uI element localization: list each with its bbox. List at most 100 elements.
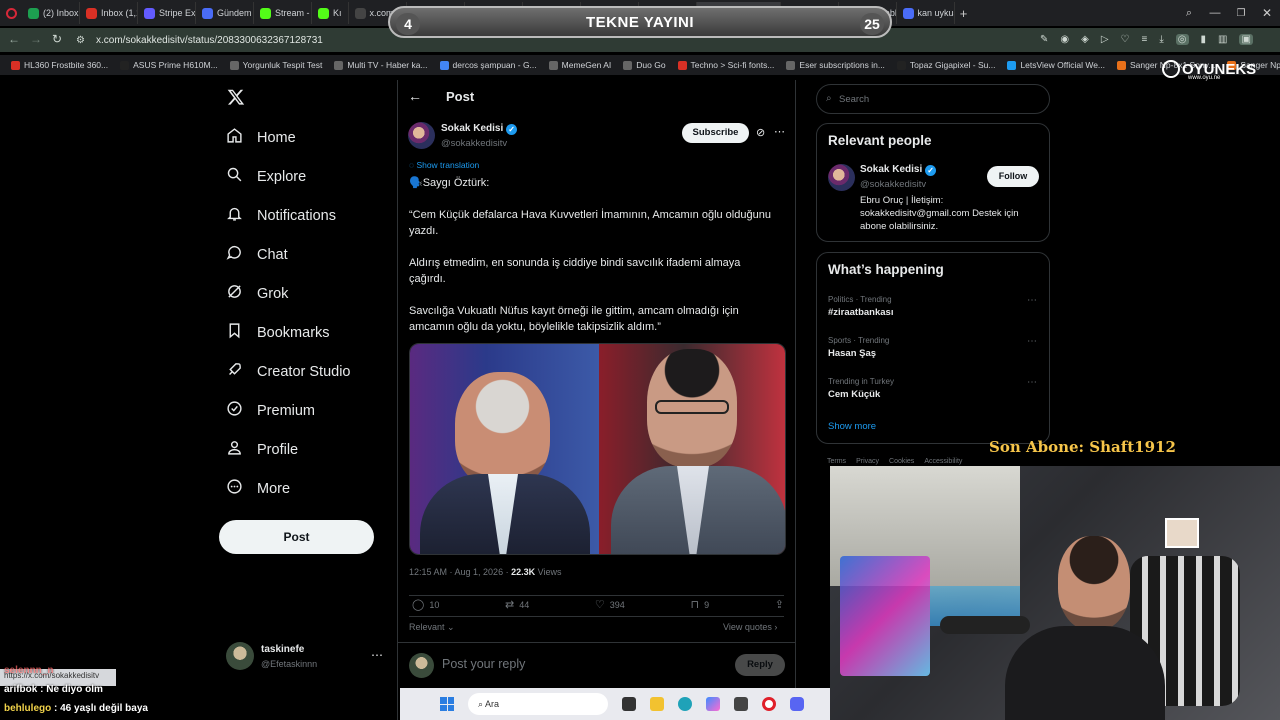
x-logo-icon[interactable] bbox=[227, 88, 245, 106]
footer-link[interactable]: Privacy bbox=[856, 458, 879, 465]
post-image[interactable] bbox=[409, 343, 786, 555]
browser-tab[interactable]: Kı bbox=[312, 2, 349, 24]
shield-icon[interactable]: ◈ bbox=[1081, 34, 1089, 45]
bookmark-item[interactable]: Eser subscriptions in... bbox=[781, 60, 890, 70]
search-placeholder: Search bbox=[839, 94, 870, 105]
show-translation-link[interactable]: ◌ Show translation bbox=[409, 160, 479, 170]
post-more-icon[interactable]: ⋯ bbox=[774, 125, 785, 138]
footer-link[interactable]: Terms bbox=[827, 458, 846, 465]
profile-icon[interactable]: ◎ bbox=[1175, 34, 1189, 45]
opera-icon[interactable] bbox=[762, 697, 776, 711]
extension-icon[interactable]: ▮ bbox=[1201, 34, 1207, 45]
author-avatar[interactable] bbox=[408, 122, 435, 149]
trend-more-icon[interactable]: ⋯ bbox=[1027, 295, 1037, 306]
site-info-icon[interactable]: ⚙ bbox=[76, 32, 85, 50]
bookmark-item[interactable]: dercos şampuan - G... bbox=[435, 60, 542, 70]
trend-item[interactable]: Trending in Turkey Cem Küçük ⋯ bbox=[817, 373, 1051, 414]
compose-post-button[interactable]: Post bbox=[219, 520, 374, 554]
footer-link[interactable]: Cookies bbox=[889, 458, 914, 465]
nav-item-premium[interactable]: Premium bbox=[218, 391, 388, 430]
nav-item-more[interactable]: More bbox=[218, 469, 388, 508]
nav-item-label: Home bbox=[257, 129, 296, 146]
reload-icon[interactable]: ↻ bbox=[52, 32, 62, 46]
share-action[interactable]: ⇪ bbox=[775, 598, 784, 611]
follow-button[interactable]: Follow bbox=[987, 166, 1039, 187]
nav-item-home[interactable]: Home bbox=[218, 118, 388, 157]
nav-item-creator-studio[interactable]: Creator Studio bbox=[218, 352, 388, 391]
copilot-icon[interactable] bbox=[706, 697, 720, 711]
view-quotes-link[interactable]: View quotes › bbox=[723, 622, 777, 632]
chat-icon bbox=[226, 244, 243, 265]
download-icon[interactable]: ⤓ bbox=[1159, 34, 1163, 45]
back-icon[interactable]: ← bbox=[8, 32, 20, 46]
browser-tab[interactable]: kan uykusu bbox=[897, 2, 955, 24]
discord-icon[interactable] bbox=[790, 697, 804, 711]
taskview-icon[interactable] bbox=[622, 697, 636, 711]
play-icon[interactable]: ▷ bbox=[1101, 34, 1109, 45]
author-name[interactable]: Sokak Kedisi ✓ bbox=[441, 123, 518, 135]
reply-action[interactable]: ◯ 10 bbox=[412, 598, 439, 611]
minimize-button[interactable]: — bbox=[1202, 7, 1228, 19]
browser-tab[interactable]: Stripe Expr bbox=[138, 2, 196, 24]
bookmark-item[interactable]: MemeGen AI bbox=[544, 60, 617, 70]
close-window-button[interactable]: ✕ bbox=[1254, 6, 1280, 20]
taskbar-search[interactable]: ⌕ Ara bbox=[468, 693, 608, 715]
nav-item-profile[interactable]: Profile bbox=[218, 430, 388, 469]
account-more-icon[interactable]: ⋯ bbox=[371, 648, 383, 662]
nav-item-grok[interactable]: Grok bbox=[218, 274, 388, 313]
bookmark-label: LetsView Official We... bbox=[1020, 60, 1106, 70]
bookmark-item[interactable]: HL360 Frostbite 360... bbox=[6, 60, 113, 70]
file-explorer-icon[interactable] bbox=[650, 697, 664, 711]
edge-icon[interactable] bbox=[678, 697, 692, 711]
reply-input[interactable]: Post your reply bbox=[442, 657, 525, 671]
bookmark-item[interactable]: Techno > Sci-fi fonts... bbox=[673, 60, 780, 70]
forward-icon[interactable]: → bbox=[30, 32, 42, 46]
nav-item-bookmarks[interactable]: Bookmarks bbox=[218, 313, 388, 352]
trend-more-icon[interactable]: ⋯ bbox=[1027, 377, 1037, 388]
store-icon[interactable] bbox=[734, 697, 748, 711]
post-paragraph: Savcılığa Vukuatlı Nüfus kayıt örneği il… bbox=[409, 305, 739, 333]
like-action[interactable]: ♡ 394 bbox=[595, 598, 625, 611]
repost-action[interactable]: ⇄ 44 bbox=[505, 598, 529, 611]
nav-item-explore[interactable]: Explore bbox=[218, 157, 388, 196]
sidebar-icon[interactable]: ▥ bbox=[1218, 34, 1227, 45]
account-switcher[interactable]: taskinefe @Efetaskinnn ⋯ bbox=[226, 642, 386, 674]
bookmark-item[interactable]: Multi TV - Haber ka... bbox=[329, 60, 432, 70]
reply-button[interactable]: Reply bbox=[735, 654, 785, 676]
nav-item-notifications[interactable]: Notifications bbox=[218, 196, 388, 235]
browser-tab[interactable]: Inbox (1,13 bbox=[80, 2, 138, 24]
heart-icon[interactable]: ♡ bbox=[1121, 34, 1130, 45]
bookmark-label: Techno > Sci-fi fonts... bbox=[690, 60, 775, 70]
person-avatar[interactable] bbox=[828, 164, 855, 191]
subscribe-button[interactable]: Subscribe bbox=[682, 123, 749, 143]
bookmark-item[interactable]: LetsView Official We... bbox=[1002, 60, 1110, 70]
maximize-button[interactable]: ❐ bbox=[1228, 8, 1254, 19]
bookmark-item[interactable]: Duo Go bbox=[618, 60, 670, 70]
trend-item[interactable]: Politics · Trending #ziraatbankası ⋯ bbox=[817, 291, 1051, 332]
back-arrow-icon[interactable]: ← bbox=[408, 88, 422, 104]
show-more-link[interactable]: Show more bbox=[828, 421, 876, 432]
menu-icon[interactable]: ≡ bbox=[1142, 34, 1148, 45]
browser-tab[interactable]: Gündem M bbox=[196, 2, 254, 24]
new-tab-button[interactable]: + bbox=[955, 6, 973, 21]
camera-icon[interactable]: ◉ bbox=[1060, 34, 1069, 45]
browser-tab[interactable]: Stream - Ki bbox=[254, 2, 312, 24]
bookmark-action[interactable]: ⊓ 9 bbox=[690, 598, 709, 611]
bookmark-item[interactable]: Yorgunluk Tespit Test bbox=[225, 60, 328, 70]
settings-icon[interactable]: ▣ bbox=[1239, 34, 1253, 45]
nav-item-chat[interactable]: Chat bbox=[218, 235, 388, 274]
footer-link[interactable]: Accessibility bbox=[924, 458, 962, 465]
search-box[interactable]: ⌕ Search bbox=[816, 84, 1050, 114]
person-name[interactable]: Sokak Kedisi ✓ bbox=[860, 164, 937, 176]
bookmark-item[interactable]: ASUS Prime H610M... bbox=[115, 60, 223, 70]
trend-more-icon[interactable]: ⋯ bbox=[1027, 336, 1037, 347]
tab-label: Stripe Expr bbox=[159, 8, 196, 18]
edit-icon[interactable]: ✎ bbox=[1040, 34, 1048, 45]
relevant-sort-dropdown[interactable]: Relevant ⌄ bbox=[409, 622, 455, 633]
grok-icon[interactable]: ⊘ bbox=[756, 126, 765, 139]
trend-item[interactable]: Sports · Trending Hasan Şaş ⋯ bbox=[817, 332, 1051, 373]
bookmark-item[interactable]: Topaz Gigapixel - Su... bbox=[892, 60, 1001, 70]
windows-start-icon[interactable] bbox=[440, 697, 454, 711]
search-tabs-icon[interactable]: ⌕ bbox=[1176, 7, 1202, 20]
browser-tab[interactable]: (2) Inbox | bbox=[22, 2, 80, 24]
